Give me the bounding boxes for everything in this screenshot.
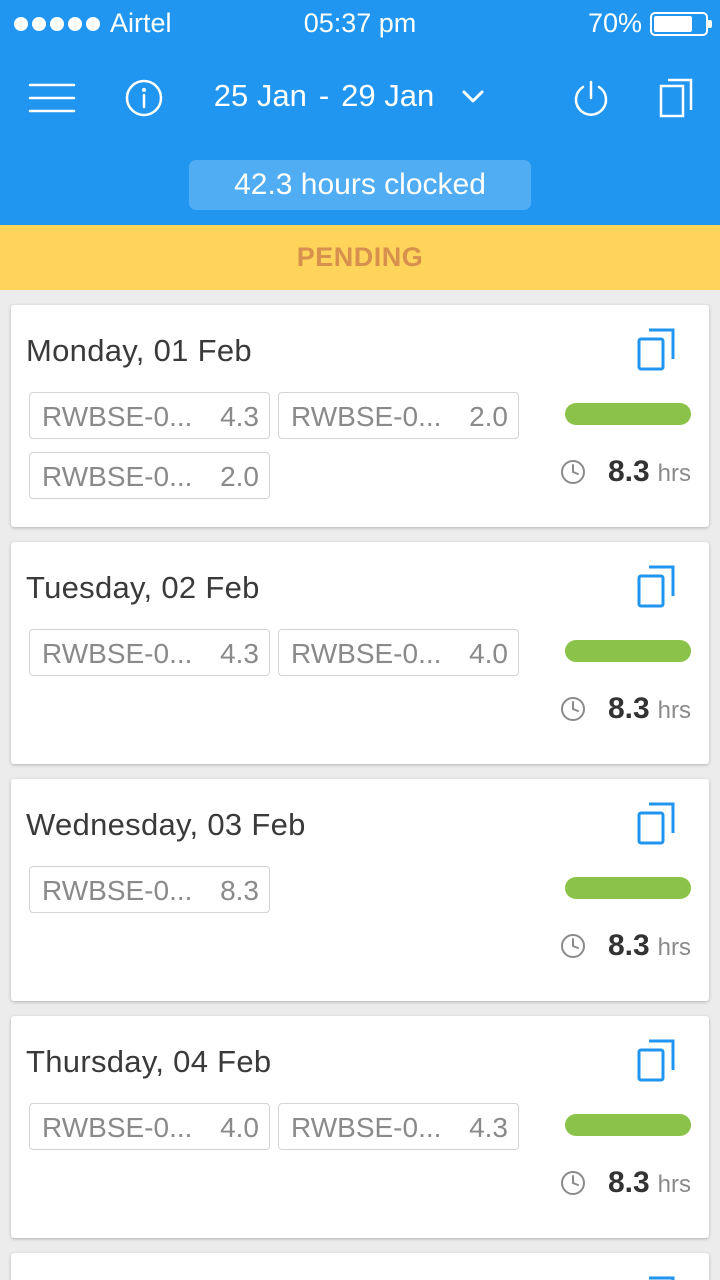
entry-chip[interactable]: RWBSE-0... 2.0	[278, 392, 519, 439]
entry-chip[interactable]: RWBSE-0... 4.0	[29, 1103, 270, 1150]
progress-bar	[565, 877, 691, 899]
entry-code: RWBSE-0...	[291, 638, 442, 669]
entry-code: RWBSE-0...	[291, 401, 442, 432]
entry-hours: 2.0	[220, 461, 259, 492]
date-range-separator: -	[318, 78, 330, 113]
hours-unit: hrs	[657, 697, 691, 724]
entry-code: RWBSE-0...	[42, 875, 193, 906]
copy-icon[interactable]	[637, 327, 681, 375]
date-range-start: 25 Jan	[213, 78, 307, 113]
copy-icon[interactable]	[637, 1275, 681, 1280]
entry-code: RWBSE-0...	[42, 461, 193, 492]
progress-bar	[565, 640, 691, 662]
copy-icon[interactable]	[637, 1038, 681, 1086]
hours-unit: hrs	[657, 934, 691, 961]
day-title: Tuesday, 02 Feb	[26, 570, 260, 605]
day-card[interactable]: Monday, 01 Feb RWBSE-0... 4.3 RWBSE-0...…	[11, 305, 709, 527]
entry-code: RWBSE-0...	[291, 1112, 442, 1143]
clock-icon	[560, 1171, 585, 1195]
date-range-selector[interactable]: 25 Jan - 29 Jan	[200, 78, 500, 114]
battery-percent: 70%	[587, 8, 642, 38]
chevron-down-icon	[462, 90, 484, 103]
day-title: Wednesday, 03 Feb	[26, 807, 306, 842]
day-total: 8.3 hrs	[560, 929, 691, 963]
total-hours: 8.3	[607, 1166, 650, 1199]
day-total: 8.3 hrs	[560, 1166, 691, 1200]
entry-code: RWBSE-0...	[42, 401, 193, 432]
menu-icon[interactable]	[28, 74, 76, 122]
progress-bar	[565, 403, 691, 425]
app-header: Airtel 05:37 pm 70% 25 Jan - 29 Jan 42.3…	[0, 0, 720, 225]
total-hours: 8.3	[607, 692, 650, 725]
entry-chip[interactable]: RWBSE-0... 4.3	[29, 392, 270, 439]
info-icon[interactable]	[120, 74, 168, 122]
day-title: Thursday, 04 Feb	[26, 1044, 272, 1079]
entry-hours: 4.3	[220, 638, 259, 669]
battery-icon	[650, 11, 712, 36]
day-total: 8.3 hrs	[560, 692, 691, 726]
clock-icon	[560, 697, 585, 721]
entry-code: RWBSE-0...	[42, 638, 193, 669]
copy-icon[interactable]	[652, 74, 700, 122]
day-title: Monday, 01 Feb	[26, 333, 252, 368]
copy-icon[interactable]	[637, 564, 681, 612]
hours-unit: hrs	[657, 460, 691, 487]
entry-hours: 4.3	[220, 401, 259, 432]
power-icon[interactable]	[567, 74, 615, 122]
date-range-end: 29 Jan	[341, 78, 435, 113]
day-total: 8.3 hrs	[560, 455, 691, 489]
clock-icon	[560, 460, 585, 484]
day-card[interactable]: Thursday, 04 Feb RWBSE-0... 4.0 RWBSE-0.…	[11, 1016, 709, 1238]
day-card[interactable]: Tuesday, 02 Feb RWBSE-0... 4.3 RWBSE-0..…	[11, 542, 709, 764]
entry-chip[interactable]: RWBSE-0... 8.3	[29, 866, 270, 913]
entry-hours: 2.0	[469, 401, 508, 432]
hours-clocked-badge: 42.3 hours clocked	[189, 160, 531, 210]
total-hours: 8.3	[607, 455, 650, 488]
copy-icon[interactable]	[637, 801, 681, 849]
status-bar: Airtel 05:37 pm 70%	[0, 0, 720, 48]
entry-hours: 4.3	[469, 1112, 508, 1143]
entry-hours: 4.0	[469, 638, 508, 669]
entry-hours: 8.3	[220, 875, 259, 906]
toolbar: 25 Jan - 29 Jan	[0, 60, 720, 136]
entry-chip[interactable]: RWBSE-0... 2.0	[29, 452, 270, 499]
entry-code: RWBSE-0...	[42, 1112, 193, 1143]
day-card[interactable]	[11, 1253, 709, 1280]
total-hours: 8.3	[607, 929, 650, 962]
clock-icon	[560, 934, 585, 958]
status-banner: PENDING	[0, 225, 720, 290]
entry-chip[interactable]: RWBSE-0... 4.3	[29, 629, 270, 676]
entry-hours: 4.0	[220, 1112, 259, 1143]
hours-unit: hrs	[657, 1171, 691, 1198]
progress-bar	[565, 1114, 691, 1136]
day-card[interactable]: Wednesday, 03 Feb RWBSE-0... 8.3 8.3 hrs	[11, 779, 709, 1001]
entry-chip[interactable]: RWBSE-0... 4.0	[278, 629, 519, 676]
entry-chip[interactable]: RWBSE-0... 4.3	[278, 1103, 519, 1150]
